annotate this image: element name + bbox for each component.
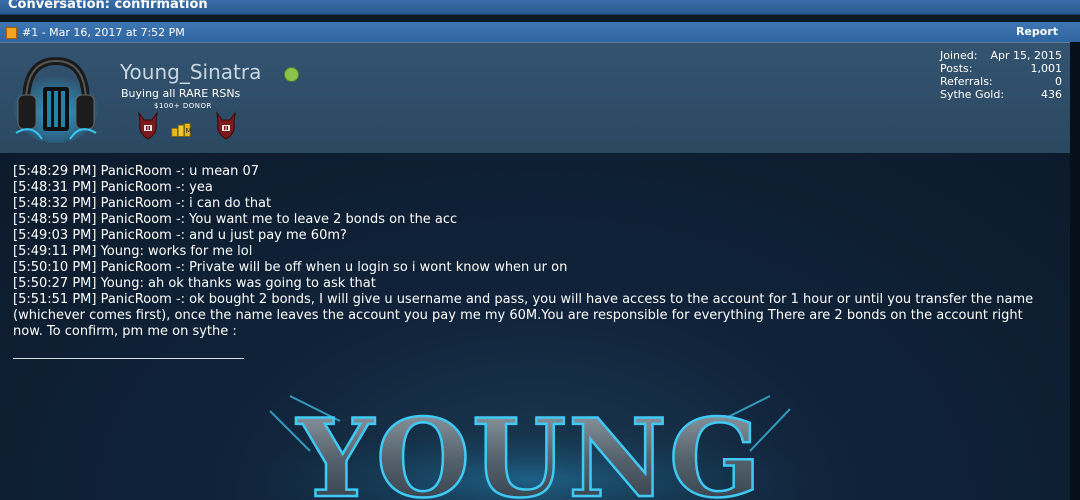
user-info-panel: Young_Sinatra Buying all RARE RSNs $100+… bbox=[0, 42, 1070, 153]
chat-log: [5:48:29 PM] PanicRoom -: u mean 07 [5:4… bbox=[13, 164, 1053, 340]
chat-line: [5:51:51 PM] PanicRoom -: ok bought 2 bo… bbox=[13, 292, 1034, 339]
username[interactable]: Young_Sinatra bbox=[120, 60, 261, 84]
stat-referrals: Referrals: 0 bbox=[940, 75, 1062, 88]
gold-coins-badge-icon: M bbox=[171, 123, 192, 137]
post-message: [5:48:29 PM] PanicRoom -: u mean 07 [5:4… bbox=[0, 153, 1070, 500]
post-meta[interactable]: #1 - Mar 16, 2017 at 7:52 PM bbox=[22, 26, 185, 39]
signature-divider bbox=[13, 358, 244, 359]
chat-line: [5:48:29 PM] PanicRoom -: u mean 07 bbox=[13, 164, 260, 179]
svg-text:M: M bbox=[185, 126, 191, 135]
post-header: #1 - Mar 16, 2017 at 7:52 PM Report bbox=[0, 22, 1080, 42]
avatar[interactable] bbox=[12, 53, 100, 145]
chat-line: [5:49:11 PM] Young: works for me lol bbox=[13, 244, 253, 259]
user-title: Buying all RARE RSNs bbox=[121, 87, 241, 100]
report-link[interactable]: Report bbox=[1016, 25, 1058, 38]
stat-posts: Posts: 1,001 bbox=[940, 62, 1062, 75]
thread-title-bar: Conversation: confirmation bbox=[0, 0, 1080, 15]
signature-banner-text: YOUNG bbox=[296, 396, 763, 500]
chat-line: [5:50:10 PM] PanicRoom -: Private will b… bbox=[13, 260, 568, 275]
chat-line: [5:48:59 PM] PanicRoom -: You want me to… bbox=[13, 212, 458, 227]
chat-line: [5:49:03 PM] PanicRoom -: and u just pay… bbox=[13, 228, 347, 243]
post-status-icon bbox=[6, 27, 17, 39]
chat-line: [5:48:32 PM] PanicRoom -: i can do that bbox=[13, 196, 272, 211]
devil-badge-icon bbox=[138, 111, 158, 140]
stat-joined: Joined: Apr 15, 2015 bbox=[940, 49, 1062, 62]
donor-label: $100+ DONOR bbox=[154, 102, 212, 110]
stat-sythe-gold: Sythe Gold: 436 bbox=[940, 88, 1062, 101]
scrollbar[interactable] bbox=[1070, 42, 1080, 500]
online-status-icon bbox=[284, 67, 299, 82]
user-stats: Joined: Apr 15, 2015 Posts: 1,001 Referr… bbox=[940, 49, 1062, 101]
devil-badge-icon bbox=[216, 111, 236, 140]
chat-line: [5:50:27 PM] Young: ah ok thanks was goi… bbox=[13, 276, 376, 291]
chat-line: [5:48:31 PM] PanicRoom -: yea bbox=[13, 180, 213, 195]
thread-title: Conversation: confirmation bbox=[8, 0, 208, 12]
signature-banner: YOUNG bbox=[250, 391, 810, 500]
